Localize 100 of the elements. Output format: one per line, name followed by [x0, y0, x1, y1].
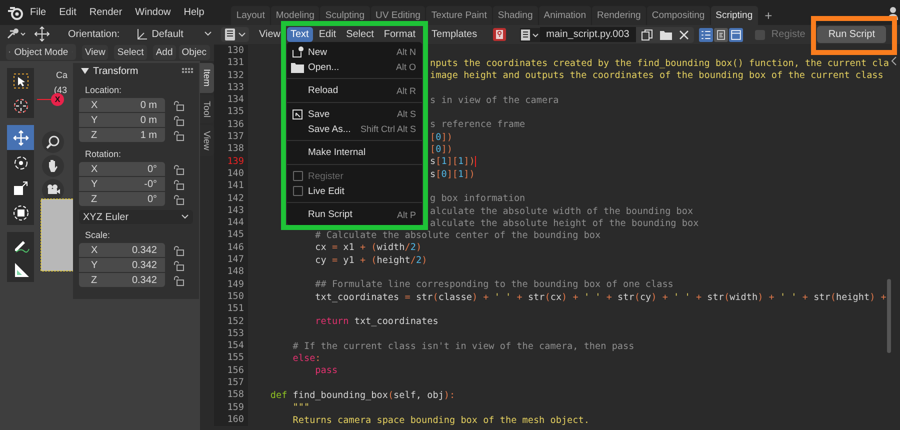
menu-item[interactable]: Save Alt S — [287, 107, 422, 122]
menu-button[interactable]: View — [255, 27, 284, 42]
line-number: 130 — [214, 45, 248, 58]
zoom-icon[interactable] — [42, 131, 64, 153]
line-number: 137 — [214, 131, 248, 144]
folder-icon[interactable] — [659, 28, 674, 40]
menu-item[interactable]: Window — [135, 7, 171, 18]
filename-field[interactable]: main_script.py.003 — [540, 27, 636, 42]
code-line: """ — [292, 402, 310, 414]
checkbox-label: Registe — [771, 29, 806, 40]
menu-button[interactable]: Format — [380, 27, 420, 42]
tool-button[interactable] — [7, 232, 34, 257]
menu-button[interactable]: Edit — [314, 27, 340, 42]
mode-dropdown[interactable]: Object Mode — [6, 44, 76, 60]
blender-logo-icon[interactable] — [7, 6, 23, 20]
workspace-tab[interactable]: Shading — [492, 6, 538, 25]
help-book-icon[interactable] — [493, 28, 506, 41]
lock-icon[interactable] — [173, 130, 184, 140]
hand-icon[interactable] — [42, 155, 64, 177]
checkbox[interactable] — [755, 30, 766, 40]
lock-icon[interactable] — [173, 260, 184, 270]
tool-button[interactable] — [7, 150, 34, 175]
menu-item[interactable]: Render — [89, 7, 122, 18]
move-arrows-icon[interactable] — [34, 26, 50, 42]
person-icon[interactable] — [888, 6, 898, 20]
menu-button[interactable]: Select — [342, 27, 378, 42]
menu-item[interactable]: Make Internal — [287, 145, 422, 160]
line-number: 146 — [214, 242, 248, 254]
text-document-icon[interactable] — [520, 28, 540, 42]
line-number: 148 — [214, 266, 248, 279]
code-line: alculate the absolute height of the bounding box — [430, 218, 699, 229]
toggle-icon[interactable] — [714, 28, 728, 42]
tool-button[interactable] — [7, 257, 34, 282]
menu-item[interactable]: Run Script Alt P — [287, 207, 422, 222]
menu-item[interactable]: File — [30, 7, 46, 18]
line-number: 154 — [214, 340, 248, 352]
lock-icon[interactable] — [173, 180, 184, 190]
workspace-tab[interactable]: Layout — [231, 6, 270, 25]
tool-button[interactable] — [7, 200, 34, 225]
lock-icon[interactable] — [173, 194, 184, 204]
number-field[interactable]: Z 0.342 — [79, 273, 165, 287]
close-icon[interactable] — [679, 30, 690, 40]
copy-icon[interactable] — [641, 28, 654, 40]
tool-settings-icon[interactable] — [6, 27, 28, 41]
menu-button[interactable]: Objec — [178, 44, 210, 60]
number-field[interactable]: X 0 m — [79, 98, 165, 112]
number-field[interactable]: Z 0° — [79, 192, 165, 206]
number-field[interactable]: Y 0 m — [79, 113, 165, 127]
run-script-button[interactable]: Run Script — [817, 26, 886, 43]
workspace-tab[interactable]: Scripting — [710, 6, 758, 25]
grip-icon[interactable] — [182, 68, 194, 74]
menu-item[interactable]: Reload Alt R — [287, 83, 422, 98]
menu-item[interactable]: Edit — [59, 7, 76, 18]
menu-item[interactable]: Open... Alt O — [287, 60, 422, 74]
lock-icon[interactable] — [173, 246, 184, 256]
line-number: 155 — [214, 352, 248, 365]
menu-button[interactable]: View — [82, 44, 108, 60]
workspace-tab[interactable]: Rendering — [592, 6, 646, 25]
lock-icon[interactable] — [173, 100, 184, 110]
workspace-tab[interactable]: Animation — [538, 6, 591, 25]
workspace-tab[interactable]: Texture Paint — [426, 6, 492, 25]
camera-icon[interactable] — [42, 179, 64, 201]
code-line: s in view of the camera — [430, 94, 559, 106]
tool-button[interactable] — [7, 68, 34, 93]
menu-button[interactable]: Add — [152, 44, 176, 60]
add-workspace-button[interactable]: + — [758, 6, 778, 25]
editor-type-dropdown[interactable] — [221, 27, 249, 42]
code-line: s reference frame — [430, 119, 526, 130]
line-number: 159 — [214, 402, 248, 414]
menu-button[interactable]: Templates — [428, 27, 482, 42]
line-number: 144 — [214, 217, 248, 230]
scrollbar-thumb[interactable] — [887, 279, 891, 353]
line-number: 150 — [214, 290, 248, 304]
number-field[interactable]: X 0° — [79, 162, 165, 176]
toggle-icon[interactable] — [729, 28, 744, 42]
toggle-icon[interactable] — [699, 28, 714, 42]
menu-item[interactable]: Help — [184, 7, 204, 18]
lock-icon[interactable] — [173, 116, 184, 126]
number-field[interactable]: Y 0.342 — [79, 258, 165, 272]
number-field[interactable]: X 0.342 — [79, 243, 165, 257]
menu-item[interactable]: Save As... Shift Ctrl Alt S — [287, 122, 422, 136]
workspace-tab[interactable]: Compositing — [646, 6, 710, 25]
menu-item[interactable]: New Alt N — [287, 45, 422, 60]
number-field[interactable]: Z 1 m — [79, 128, 165, 142]
menu-button[interactable]: Text — [286, 27, 313, 42]
collapse-triangle-icon[interactable] — [81, 67, 89, 75]
code-line: # If the current class isn't in view of the camera, then pass — [292, 340, 634, 352]
orientation-dropdown[interactable]: Default — [136, 28, 212, 40]
rotation-mode-dropdown[interactable]: XYZ Euler — [79, 210, 193, 224]
menu-button[interactable]: Select — [114, 44, 147, 60]
axis-x-handle[interactable]: X — [51, 93, 64, 106]
menu-item[interactable]: Live Edit — [287, 184, 422, 198]
number-field[interactable]: Y -0° — [79, 177, 165, 191]
text-cursor — [474, 156, 476, 168]
line-number: 138 — [214, 143, 248, 156]
lock-icon[interactable] — [173, 164, 184, 174]
line-number: 133 — [214, 82, 248, 94]
lock-icon[interactable] — [173, 276, 184, 286]
sidebar-tab[interactable]: Item — [200, 63, 214, 93]
tool-button[interactable] — [7, 93, 34, 118]
